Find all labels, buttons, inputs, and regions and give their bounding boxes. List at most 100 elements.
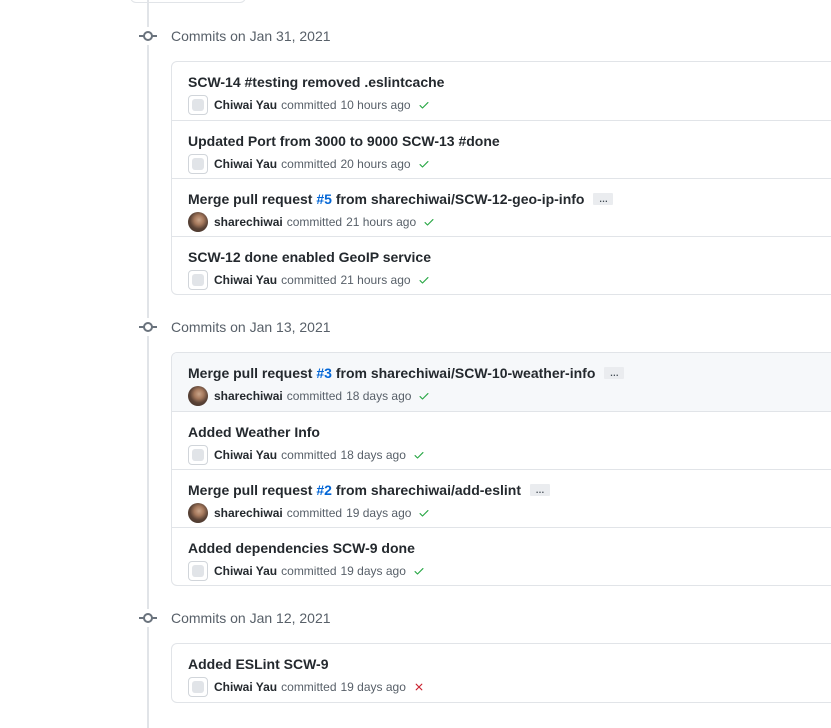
commit-row: Updated Port from 3000 to 9000 SCW-13 #d…	[172, 120, 831, 178]
avatar[interactable]	[188, 561, 208, 581]
commit-meta: sharechiwai committed 18 days ago	[188, 386, 831, 406]
avatar[interactable]	[188, 386, 208, 406]
commit-time: 19 days ago	[346, 506, 412, 520]
commit-meta: sharechiwai committed 19 days ago	[188, 503, 831, 523]
pull-request-link[interactable]: #3	[316, 363, 332, 383]
check-icon[interactable]	[412, 448, 426, 462]
commit-title[interactable]: Added Weather Info	[188, 422, 831, 442]
commit-time: 20 hours ago	[340, 157, 411, 171]
commit-author[interactable]: Chiwai Yau	[214, 273, 277, 287]
commit-list: SCW-14 #testing removed .eslintcache Chiw…	[171, 61, 831, 295]
commit-title[interactable]: Updated Port from 3000 to 9000 SCW-13 #d…	[188, 131, 831, 151]
commit-row: Added dependencies SCW-9 done Chiwai Yau c…	[172, 527, 831, 585]
pull-request-link[interactable]: #5	[316, 189, 332, 209]
committed-label: committed	[281, 448, 337, 462]
avatar[interactable]	[188, 154, 208, 174]
commit-time: 21 hours ago	[346, 215, 417, 229]
commit-row: Merge pull request #3 from sharechiwai/S…	[172, 353, 831, 411]
check-icon[interactable]	[417, 389, 431, 403]
commit-title-text[interactable]: Added ESLint SCW-9	[188, 654, 329, 674]
commit-author[interactable]: Chiwai Yau	[214, 157, 277, 171]
commit-time: 10 hours ago	[340, 98, 411, 112]
commit-title-text[interactable]: Added dependencies SCW-9 done	[188, 538, 415, 558]
git-commit-icon	[139, 27, 157, 45]
commit-title-text[interactable]: SCW-14 #testing removed .eslintcache	[188, 72, 444, 92]
commit-title-text[interactable]: Added Weather Info	[188, 422, 320, 442]
expand-message-button[interactable]: …	[604, 367, 625, 379]
committed-label: committed	[281, 157, 337, 171]
commit-title[interactable]: Added ESLint SCW-9	[188, 654, 831, 674]
commit-row: Added Weather Info Chiwai Yau committed 18 …	[172, 411, 831, 469]
committed-label: committed	[281, 564, 337, 578]
avatar[interactable]	[188, 445, 208, 465]
avatar[interactable]	[188, 677, 208, 697]
expand-message-button[interactable]: …	[530, 484, 550, 496]
avatar[interactable]	[188, 270, 208, 290]
committed-label: committed	[286, 506, 343, 520]
commit-title-suffix[interactable]: from sharechiwai/add-eslint	[332, 480, 521, 500]
commit-title[interactable]: SCW-14 #testing removed .eslintcache	[188, 72, 831, 92]
commit-author[interactable]: sharechiwai	[214, 215, 283, 229]
commit-author[interactable]: Chiwai Yau	[214, 564, 277, 578]
check-icon[interactable]	[417, 98, 431, 112]
commit-group-title: Commits on Jan 12, 2021	[171, 610, 331, 626]
committed-label: committed	[281, 680, 337, 694]
avatar[interactable]	[188, 95, 208, 115]
commit-time: 21 hours ago	[340, 273, 411, 287]
commit-title[interactable]: Merge pull request #5 from sharechiwai/S…	[188, 189, 831, 209]
committed-label: committed	[281, 273, 337, 287]
commit-title[interactable]: Merge pull request #3 from sharechiwai/S…	[188, 363, 831, 383]
commit-title-prefix[interactable]: Merge pull request	[188, 363, 316, 383]
commit-group-title: Commits on Jan 31, 2021	[171, 28, 331, 44]
commit-meta: Chiwai Yau committed 21 hours ago	[188, 270, 831, 290]
commit-row: SCW-14 #testing removed .eslintcache Chiw…	[172, 62, 831, 120]
commit-row: SCW-12 done enabled GeoIP service Chiwai …	[172, 236, 831, 294]
commit-list: Added ESLint SCW-9 Chiwai Yau committed 19 …	[171, 643, 831, 703]
commit-row: Added ESLint SCW-9 Chiwai Yau committed 19 …	[172, 644, 831, 702]
commit-author[interactable]: Chiwai Yau	[214, 98, 277, 112]
committed-label: committed	[286, 389, 343, 403]
commit-title-suffix[interactable]: from sharechiwai/SCW-12-geo-ip-info	[332, 189, 585, 209]
commit-author[interactable]: Chiwai Yau	[214, 448, 277, 462]
commit-group-header: Commits on Jan 31, 2021	[139, 26, 331, 46]
commit-meta: Chiwai Yau committed 19 days ago	[188, 561, 831, 581]
committed-label: committed	[286, 215, 343, 229]
commit-author[interactable]: sharechiwai	[214, 506, 283, 520]
check-icon[interactable]	[417, 157, 431, 171]
commit-meta: sharechiwai committed 21 hours ago	[188, 212, 831, 232]
git-commit-icon	[139, 318, 157, 336]
commit-author[interactable]: Chiwai Yau	[214, 680, 277, 694]
commit-row: Merge pull request #2 from sharechiwai/a…	[172, 469, 831, 527]
commit-title-suffix[interactable]: from sharechiwai/SCW-10-weather-info	[332, 363, 596, 383]
commit-time: 18 days ago	[340, 448, 406, 462]
commit-meta: Chiwai Yau committed 10 hours ago	[188, 95, 831, 115]
commit-group-header: Commits on Jan 12, 2021	[139, 608, 331, 628]
commit-title-prefix[interactable]: Merge pull request	[188, 189, 316, 209]
check-icon[interactable]	[417, 273, 431, 287]
commit-title[interactable]: Merge pull request #2 from sharechiwai/a…	[188, 480, 831, 500]
commit-title-prefix[interactable]: Merge pull request	[188, 480, 316, 500]
committed-label: committed	[281, 98, 337, 112]
expand-message-button[interactable]: …	[593, 193, 614, 205]
pull-request-link[interactable]: #2	[316, 480, 332, 500]
x-icon[interactable]	[412, 680, 426, 694]
check-icon[interactable]	[422, 215, 436, 229]
commit-group-title: Commits on Jan 13, 2021	[171, 319, 331, 335]
commit-title[interactable]: SCW-12 done enabled GeoIP service	[188, 247, 831, 267]
commit-meta: Chiwai Yau committed 18 days ago	[188, 445, 831, 465]
commit-meta: Chiwai Yau committed 20 hours ago	[188, 154, 831, 174]
check-icon[interactable]	[417, 506, 431, 520]
avatar[interactable]	[188, 503, 208, 523]
avatar[interactable]	[188, 212, 208, 232]
commits-page: Commits on Jan 31, 2021 SCW-14 #testing …	[0, 0, 831, 728]
commit-time: 19 days ago	[340, 680, 406, 694]
commit-title-text[interactable]: SCW-12 done enabled GeoIP service	[188, 247, 431, 267]
commit-author[interactable]: sharechiwai	[214, 389, 283, 403]
commit-group-header: Commits on Jan 13, 2021	[139, 317, 331, 337]
git-commit-icon	[139, 609, 157, 627]
check-icon[interactable]	[412, 564, 426, 578]
commit-title[interactable]: Added dependencies SCW-9 done	[188, 538, 831, 558]
commit-title-text[interactable]: Updated Port from 3000 to 9000 SCW-13 #d…	[188, 131, 500, 151]
commit-list: Merge pull request #3 from sharechiwai/S…	[171, 352, 831, 586]
commit-row: Merge pull request #5 from sharechiwai/S…	[172, 178, 831, 236]
